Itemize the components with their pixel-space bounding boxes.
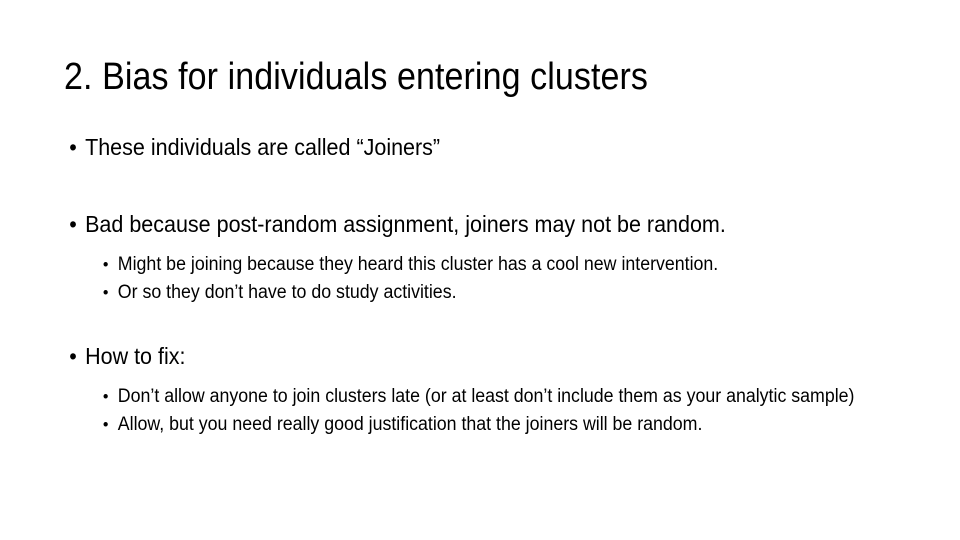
bullet-text: How to fix: <box>85 343 186 369</box>
presentation-slide: 2. Bias for individuals entering cluster… <box>0 0 960 540</box>
bullet-text: Don’t allow anyone to join clusters late… <box>117 386 855 407</box>
bullet-level2-or-so-they: • Or so they don’t have to do study acti… <box>0 279 898 307</box>
bullet-marker-icon: • <box>102 255 109 274</box>
slide-title: 2. Bias for individuals entering cluster… <box>64 56 649 98</box>
bullet-level2-might-be-joining: • Might be joining because they heard th… <box>0 251 898 279</box>
bullet-marker-icon: • <box>102 387 109 406</box>
bullet-level2-dont-allow-anyone: • Don’t allow anyone to join clusters la… <box>0 383 898 411</box>
bullet-marker-icon: • <box>69 211 77 237</box>
slide-body: • These individuals are called “Joiners”… <box>0 132 960 439</box>
bullet-marker-icon: • <box>69 134 77 160</box>
bullet-marker-icon: • <box>102 283 109 302</box>
bullet-marker-icon: • <box>69 343 77 369</box>
bullet-text: Bad because post-random assignment, join… <box>85 211 726 237</box>
bullet-level1-how-to-fix: • How to fix: <box>0 341 898 371</box>
bullet-level2-allow-but-you-need: • Allow, but you need really good justif… <box>0 411 898 439</box>
bullet-level1-these-individuals: • These individuals are called “Joiners” <box>0 132 898 162</box>
bullet-text: These individuals are called “Joiners” <box>85 134 441 160</box>
bullet-level1-bad-because: • Bad because post-random assignment, jo… <box>0 209 898 239</box>
bullet-marker-icon: • <box>102 415 109 434</box>
bullet-text: Might be joining because they heard this… <box>117 254 719 275</box>
bullet-text: Allow, but you need really good justific… <box>117 414 703 435</box>
bullet-text: Or so they don’t have to do study activi… <box>117 282 457 303</box>
